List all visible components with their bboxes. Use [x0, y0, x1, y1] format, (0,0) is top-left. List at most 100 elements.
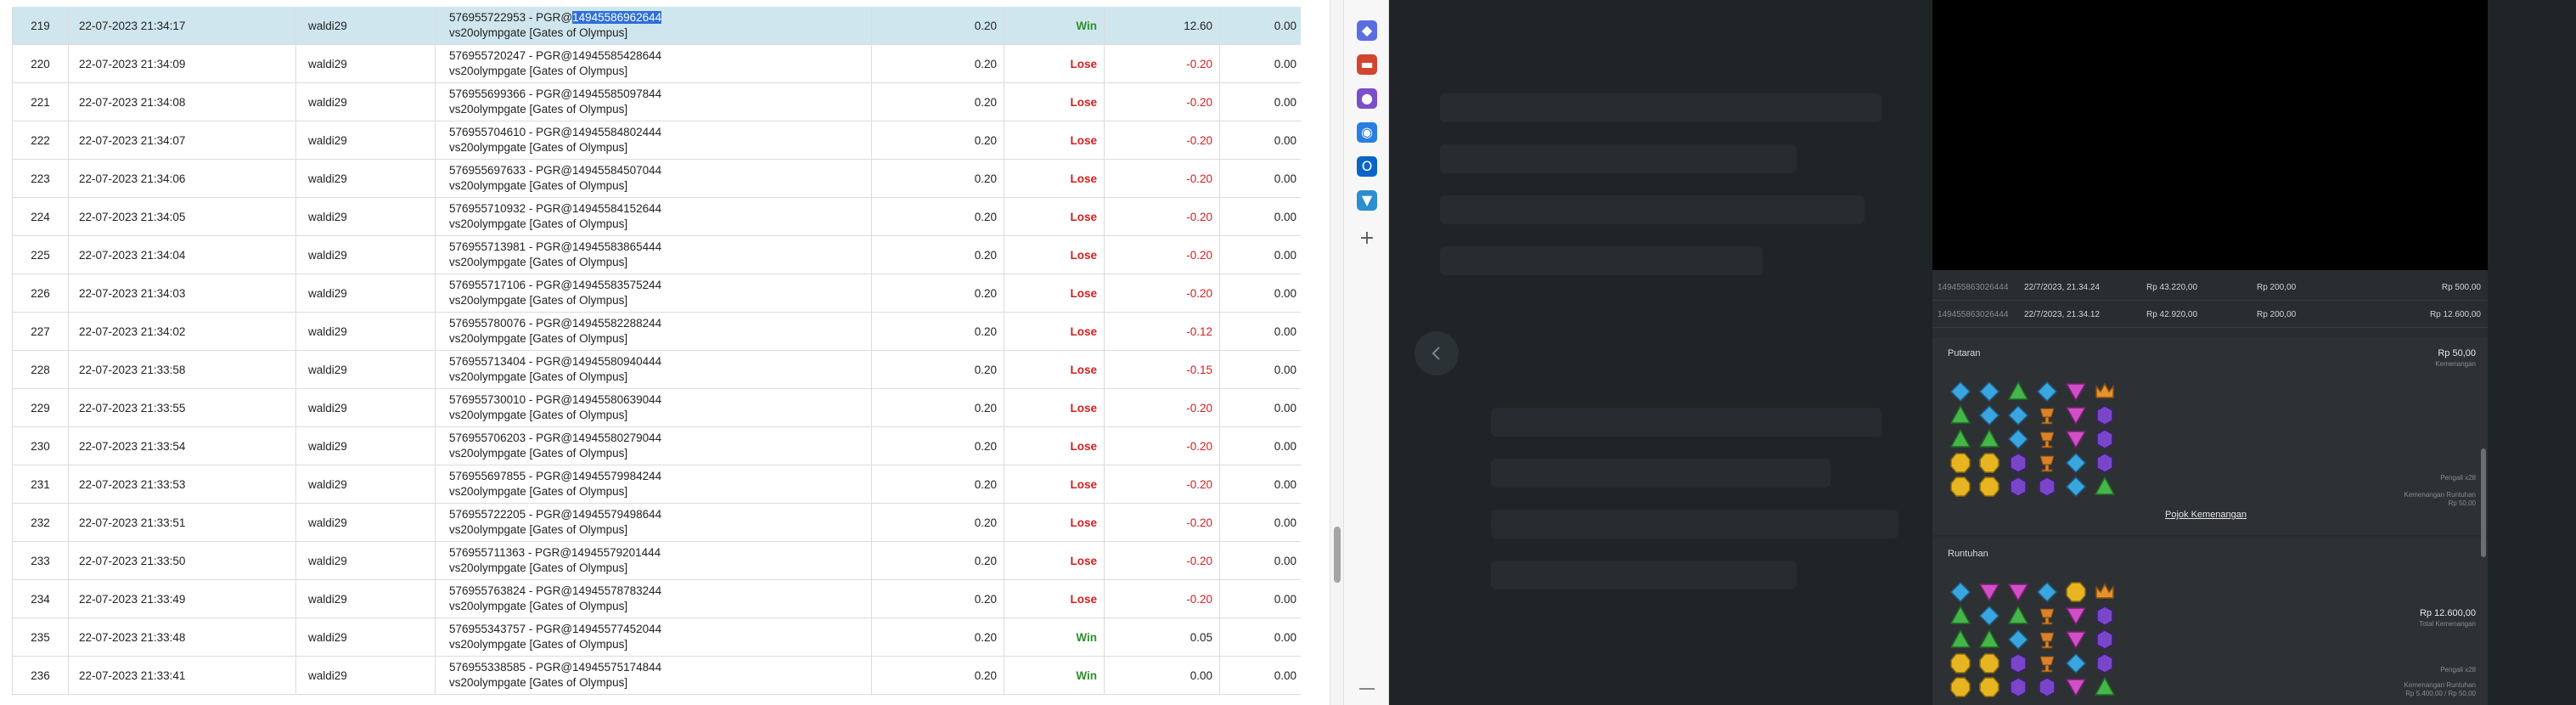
table-row[interactable]: 223 22-07-2023 21:34:06 waldi29 57695569763…: [12, 160, 1301, 198]
back-button[interactable]: [1415, 331, 1459, 375]
table-row[interactable]: 224 22-07-2023 21:34:05 waldi29 57695571093…: [12, 198, 1301, 236]
round-bet: Rp 200,00: [2257, 310, 2297, 319]
row-bet: 0.20: [872, 83, 1004, 121]
table-row[interactable]: 234 22-07-2023 21:33:49 waldi29 57695576382…: [12, 580, 1301, 618]
row-description[interactable]: 576955763824 - PGR@14945578783244 vs20oly…: [436, 580, 872, 618]
row-description[interactable]: 576955706203 - PGR@14945580279044 vs20oly…: [436, 427, 872, 465]
table-row[interactable]: 227 22-07-2023 21:34:02 waldi29 57695578007…: [12, 313, 1301, 351]
row-username: waldi29: [296, 198, 436, 235]
gem-pink-icon: [2065, 428, 2087, 450]
gem-yellow-icon: [1978, 652, 2000, 674]
row-description[interactable]: 576955697633 - PGR@14945584507044 vs20oly…: [436, 160, 872, 197]
table-row[interactable]: 233 22-07-2023 21:33:50 waldi29 57695571136…: [12, 542, 1301, 580]
table-row[interactable]: 230 22-07-2023 21:33:54 waldi29 57695570620…: [12, 427, 1301, 465]
round-win: Rp 12.600,00: [2429, 310, 2481, 319]
table-row[interactable]: 222 22-07-2023 21:34:07 waldi29 57695570461…: [12, 121, 1301, 160]
row-description[interactable]: 576955704610 - PGR@14945584802444 vs20oly…: [436, 121, 872, 159]
gem-pink-icon: [2007, 581, 2029, 603]
background-placeholder: [1440, 93, 1881, 122]
row-username: waldi29: [296, 313, 436, 350]
row-bet: 0.20: [872, 504, 1004, 541]
row-bet: 0.20: [872, 427, 1004, 465]
gem-purple-icon: [2007, 476, 2029, 498]
report-scrollbar[interactable]: [1330, 0, 1343, 705]
winning-corner-link[interactable]: Pojok Kemenangan: [2165, 510, 2247, 520]
row-amount: -0.20: [1105, 427, 1220, 465]
panel-scrollbar-thumb[interactable]: [2481, 448, 2486, 557]
table-row[interactable]: 229 22-07-2023 21:33:55 waldi29 57695573001…: [12, 389, 1301, 427]
section-title: Runtuhan: [1948, 549, 1988, 559]
row-description[interactable]: 576955710932 - PGR@14945584152644 vs20oly…: [436, 198, 872, 235]
row-description[interactable]: 576955343757 - PGR@14945577452044 vs20oly…: [436, 618, 872, 656]
row-username: waldi29: [296, 45, 436, 82]
row-number: 223: [13, 160, 69, 197]
row-description[interactable]: 576955722953 - PGR@14945586962644 vs20oly…: [436, 7, 872, 44]
table-row[interactable]: 232 22-07-2023 21:33:51 waldi29 57695572220…: [12, 504, 1301, 542]
copilot-icon[interactable]: ◉: [1357, 122, 1377, 143]
people-icon[interactable]: ●: [1357, 88, 1377, 109]
history-panel: 149455863026444 22/7/2023, 21.34.24 Rp 43.…: [1932, 0, 2488, 705]
row-number: 225: [13, 236, 69, 274]
row-description[interactable]: 576955711363 - PGR@14945579201444 vs20oly…: [436, 542, 872, 579]
history-row[interactable]: 149455863026444 22/7/2023, 21.34.24 Rp 43.…: [1932, 275, 2488, 301]
shopping-icon[interactable]: ▼: [1357, 190, 1377, 211]
gem-green-icon: [1949, 629, 1971, 651]
table-row[interactable]: 221 22-07-2023 21:34:08 waldi29 57695569936…: [12, 83, 1301, 121]
row-date: 22-07-2023 21:33:49: [69, 580, 296, 618]
row-description[interactable]: 576955717106 - PGR@14945583575244 vs20oly…: [436, 274, 872, 312]
table-row[interactable]: 236 22-07-2023 21:33:41 waldi29 57695533858…: [12, 657, 1301, 695]
row-description[interactable]: 576955713404 - PGR@14945580940444 vs20oly…: [436, 351, 872, 388]
row-description[interactable]: 576955713981 - PGR@14945583865444 vs20oly…: [436, 236, 872, 274]
table-row[interactable]: 226 22-07-2023 21:34:03 waldi29 57695571710…: [12, 274, 1301, 313]
table-row[interactable]: 228 22-07-2023 21:33:58 waldi29 57695571340…: [12, 351, 1301, 389]
row-description[interactable]: 576955697855 - PGR@14945579984244 vs20oly…: [436, 465, 872, 503]
row-result: Lose: [1004, 542, 1105, 579]
row-description[interactable]: 576955730010 - PGR@14945580639044 vs20oly…: [436, 389, 872, 426]
row-amount: -0.20: [1105, 121, 1220, 159]
transaction-ref: 576955706203 - PGR@14945580279044: [449, 431, 662, 444]
row-username: waldi29: [296, 7, 436, 44]
add-sidebar-app-icon[interactable]: +: [1357, 228, 1377, 249]
row-balance: 0.00: [1274, 439, 1296, 453]
row-result: Win: [1004, 618, 1105, 656]
report-scrollbar-thumb[interactable]: [1334, 527, 1341, 583]
row-description[interactable]: 576955699366 - PGR@14945585097844 vs20oly…: [436, 83, 872, 121]
gem-blue-icon: [1949, 581, 1971, 603]
background-placeholder: [1440, 195, 1865, 224]
outlook-icon-glyph: O: [1361, 158, 1373, 174]
table-row[interactable]: 219 22-07-2023 21:34:17 waldi29 57695572295…: [12, 7, 1301, 45]
row-amount: -0.20: [1105, 236, 1220, 274]
row-description[interactable]: 576955338585 - PGR@14945575174844 vs20oly…: [436, 657, 872, 694]
game-name: vs20olympgate [Gates of Olympus]: [449, 179, 628, 192]
row-username: waldi29: [296, 351, 436, 388]
row-balance: 0.00: [1274, 401, 1296, 415]
tag-icon[interactable]: ◆: [1357, 20, 1377, 41]
row-balance: 0.00: [1274, 363, 1296, 376]
row-number: 227: [13, 313, 69, 350]
table-row[interactable]: 220 22-07-2023 21:34:09 waldi29 57695572024…: [12, 45, 1301, 83]
row-date: 22-07-2023 21:33:58: [69, 351, 296, 388]
row-number: 222: [13, 121, 69, 159]
row-result: Lose: [1004, 389, 1105, 426]
outlook-icon[interactable]: O: [1357, 156, 1377, 177]
row-username: waldi29: [296, 427, 436, 465]
gem-yellow-icon: [1949, 452, 1971, 474]
row-description[interactable]: 576955722205 - PGR@14945579498644 vs20oly…: [436, 504, 872, 541]
transaction-ref: 576955343757 - PGR@14945577452044: [449, 623, 662, 635]
gem-green-icon: [1949, 428, 1971, 450]
row-number: 233: [13, 542, 69, 579]
history-row[interactable]: 149455863026444 22/7/2023, 21.34.12 Rp 42.…: [1932, 302, 2488, 328]
row-balance: 0.00: [1274, 324, 1296, 338]
toolbox-icon-glyph: ▬: [1360, 56, 1374, 72]
transaction-ref: 576955713981 - PGR@14945583865444: [449, 240, 662, 253]
toolbox-icon[interactable]: ▬: [1357, 54, 1377, 75]
row-bet: 0.20: [872, 580, 1004, 618]
table-row[interactable]: 231 22-07-2023 21:33:53 waldi29 57695569785…: [12, 465, 1301, 504]
row-description[interactable]: 576955720247 - PGR@14945585428644 vs20oly…: [436, 45, 872, 82]
background-placeholder: [1440, 144, 1797, 173]
description-line-1: 576955343757 - PGR@14945577452044: [449, 622, 661, 637]
table-row[interactable]: 225 22-07-2023 21:34:04 waldi29 57695571398…: [12, 236, 1301, 274]
row-bet: 0.20: [872, 542, 1004, 579]
table-row[interactable]: 235 22-07-2023 21:33:48 waldi29 57695534375…: [12, 618, 1301, 657]
row-description[interactable]: 576955780076 - PGR@14945582288244 vs20oly…: [436, 313, 872, 350]
